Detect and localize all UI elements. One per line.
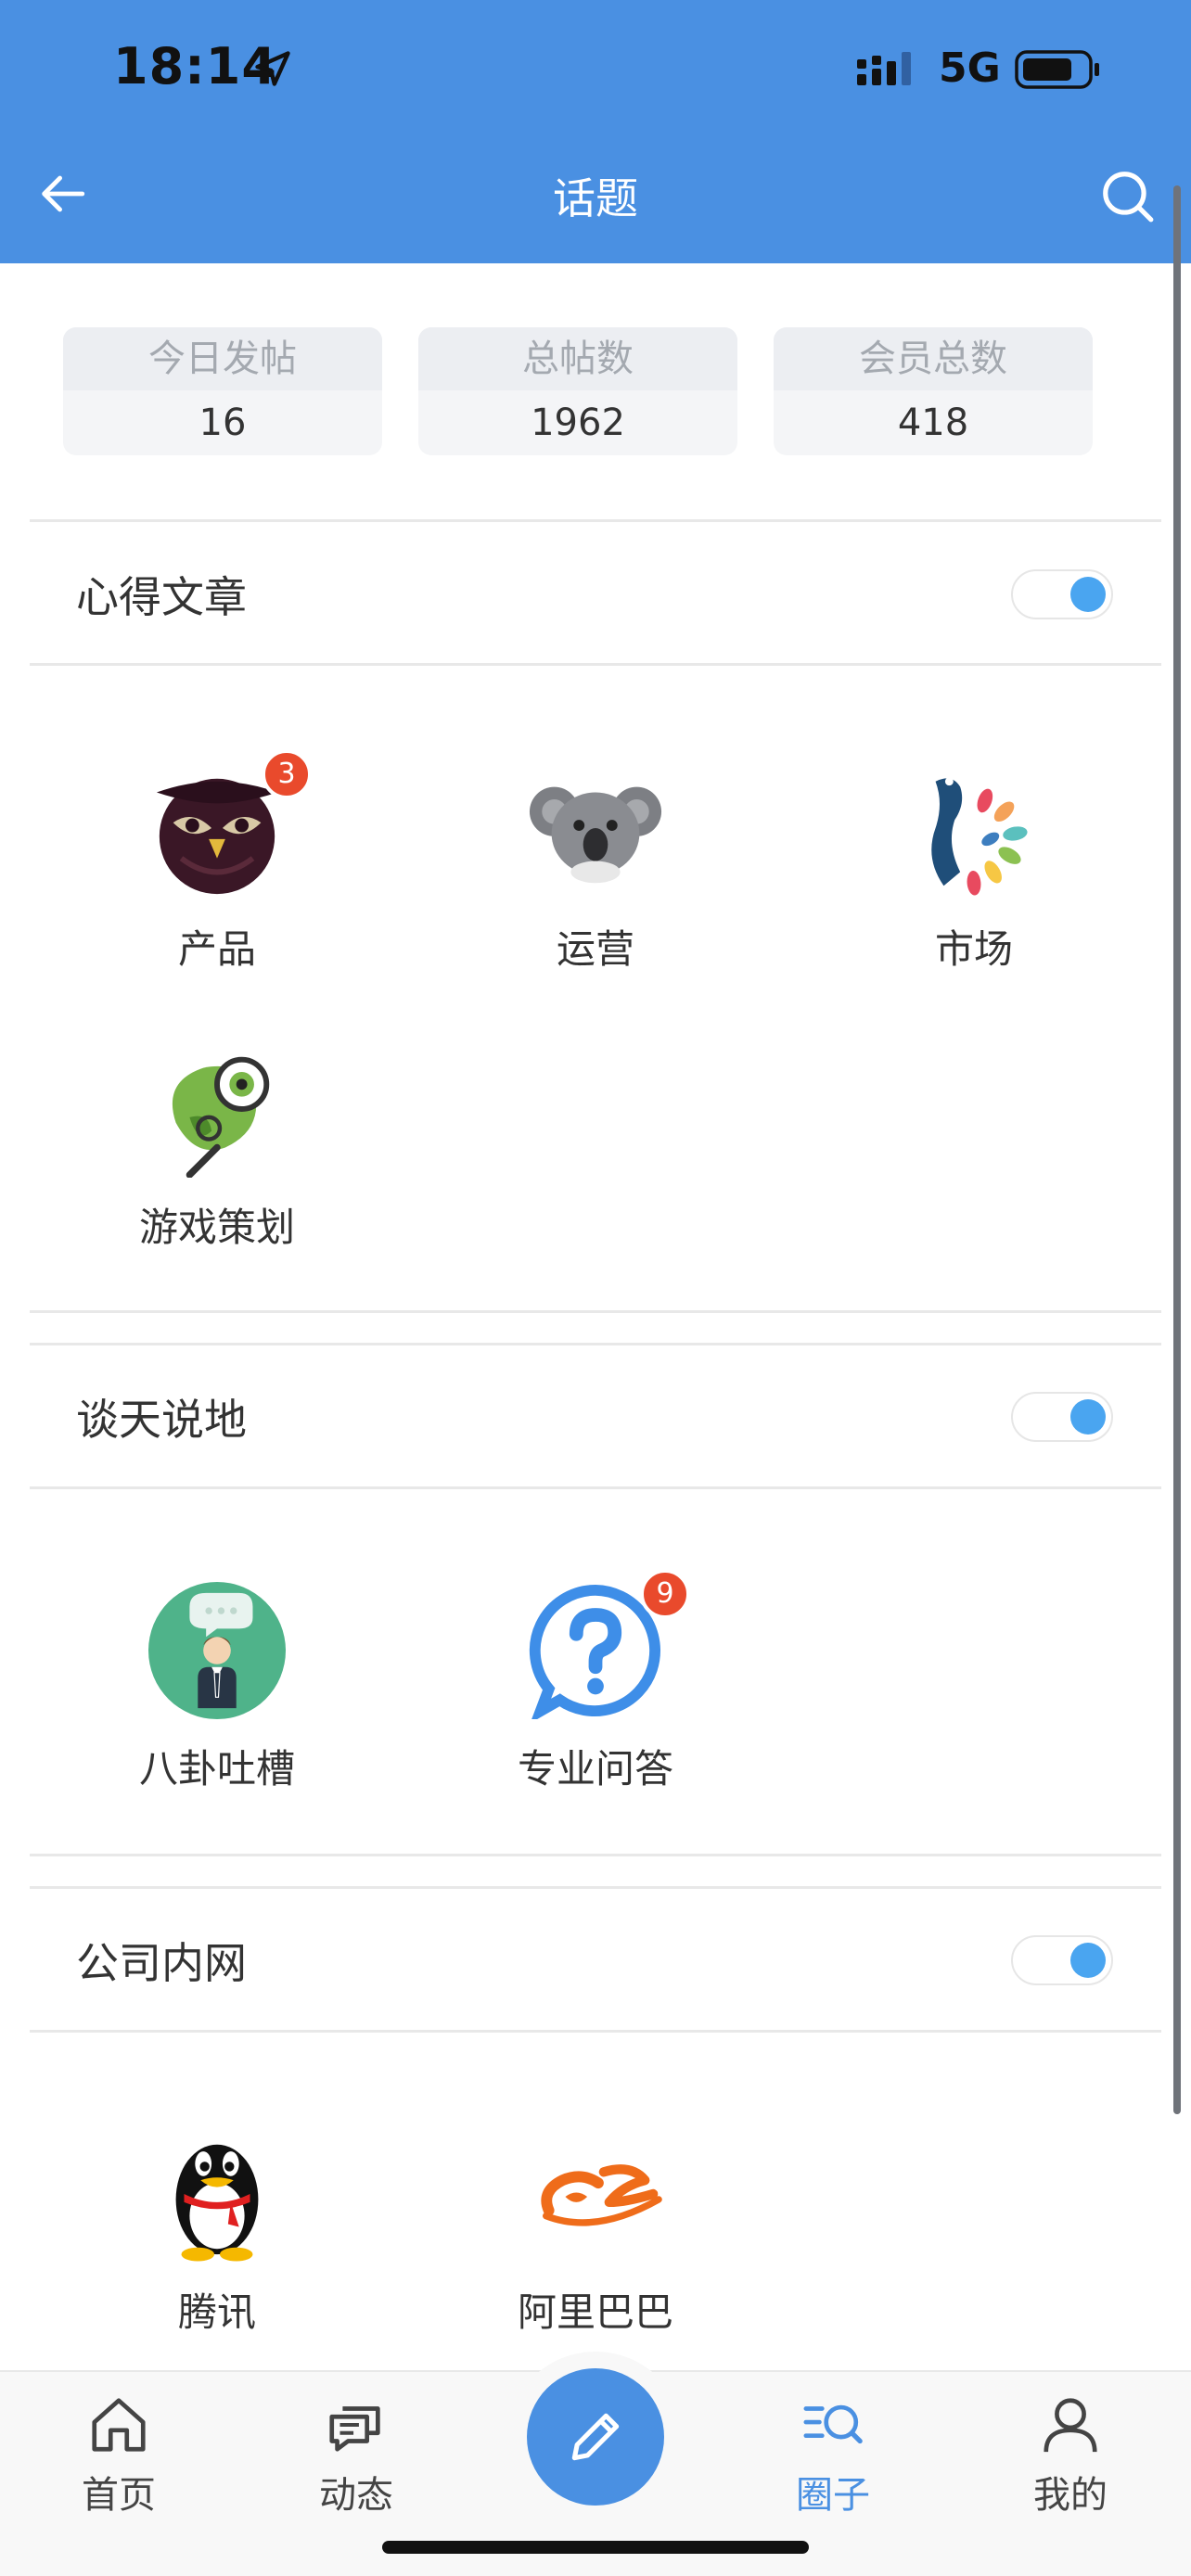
section-title-chat: 谈天说地 bbox=[76, 1395, 247, 1445]
unread-badge: 9 bbox=[640, 1569, 690, 1619]
battery-icon bbox=[1015, 50, 1099, 89]
tab-home[interactable]: 首页 bbox=[35, 2392, 202, 2541]
network-label: 5G bbox=[939, 45, 1001, 92]
peacock-icon bbox=[931, 777, 1028, 896]
divider bbox=[30, 519, 1161, 522]
page-title: 话题 bbox=[553, 173, 638, 223]
divider bbox=[30, 1854, 1161, 1856]
topic-qa[interactable]: 9 专业问答 bbox=[475, 1569, 716, 1804]
circle-search-icon bbox=[803, 2404, 863, 2444]
section-toggle-articles[interactable] bbox=[1011, 569, 1113, 619]
stat-card-total-posts: 总帖数 1962 bbox=[418, 327, 737, 455]
home-icon bbox=[92, 2398, 146, 2452]
stat-card-total-members: 会员总数 418 bbox=[774, 327, 1093, 455]
header: 18:14 5G 话题 bbox=[0, 0, 1191, 263]
topic-label: 产品 bbox=[177, 926, 256, 972]
topic-tencent[interactable]: 腾讯 bbox=[96, 2125, 338, 2348]
unread-badge: 3 bbox=[262, 749, 312, 799]
scrollbar[interactable] bbox=[1173, 185, 1181, 2114]
chat-icon bbox=[329, 2406, 380, 2452]
compose-button[interactable] bbox=[527, 2368, 664, 2506]
toggle-knob bbox=[1070, 577, 1106, 612]
tab-label: 动态 bbox=[319, 2474, 393, 2517]
penguin-icon bbox=[175, 2144, 259, 2262]
topic-operations[interactable]: 运营 bbox=[475, 762, 716, 985]
divider bbox=[30, 1310, 1161, 1313]
divider bbox=[30, 1886, 1161, 1889]
topic-label: 游戏策划 bbox=[138, 1205, 295, 1250]
signal-icon bbox=[857, 52, 911, 85]
section-toggle-intranet[interactable] bbox=[1011, 1935, 1113, 1985]
tab-profile[interactable]: 我的 bbox=[987, 2392, 1154, 2541]
stat-value: 1962 bbox=[531, 402, 625, 444]
stat-value: 16 bbox=[198, 402, 247, 444]
topic-label: 专业问答 bbox=[517, 1746, 673, 1792]
tab-label: 圈子 bbox=[796, 2474, 870, 2517]
chameleon-icon bbox=[172, 1056, 270, 1178]
topic-label: 阿里巴巴 bbox=[517, 2289, 673, 2335]
section-toggle-chat[interactable] bbox=[1011, 1392, 1113, 1442]
divider bbox=[30, 2030, 1161, 2033]
topic-product[interactable]: 3 产品 bbox=[96, 749, 338, 985]
alibaba-logo-icon bbox=[541, 2164, 662, 2226]
topic-gossip[interactable]: 八卦吐槽 bbox=[96, 1582, 338, 1804]
pencil-icon bbox=[571, 2413, 620, 2461]
user-icon bbox=[1044, 2398, 1097, 2453]
tab-label: 首页 bbox=[82, 2474, 156, 2517]
divider bbox=[30, 1486, 1161, 1489]
section-title-intranet: 公司内网 bbox=[76, 1938, 247, 1988]
toggle-knob bbox=[1070, 1943, 1106, 1978]
topic-market[interactable]: 市场 bbox=[853, 762, 1095, 985]
search-icon[interactable] bbox=[1098, 167, 1156, 224]
stat-label: 总帖数 bbox=[418, 327, 737, 390]
topic-label: 市场 bbox=[934, 926, 1013, 972]
topic-label: 腾讯 bbox=[177, 2289, 256, 2335]
stat-label: 会员总数 bbox=[774, 327, 1093, 390]
toggle-knob bbox=[1070, 1399, 1106, 1435]
divider bbox=[30, 663, 1161, 666]
stat-value: 418 bbox=[897, 402, 969, 444]
topic-label: 运营 bbox=[556, 926, 634, 972]
stat-label: 今日发帖 bbox=[63, 327, 382, 390]
topic-label: 八卦吐槽 bbox=[138, 1746, 295, 1792]
home-indicator bbox=[382, 2541, 809, 2554]
tab-label: 我的 bbox=[1033, 2474, 1108, 2517]
businessman-icon bbox=[148, 1582, 286, 1719]
divider bbox=[30, 1343, 1161, 1345]
topic-game-design[interactable]: 游戏策划 bbox=[96, 1040, 338, 1263]
section-title-articles: 心得文章 bbox=[76, 572, 247, 622]
koala-icon bbox=[529, 786, 662, 884]
stat-card-today-posts: 今日发帖 16 bbox=[63, 327, 382, 455]
location-arrow-icon bbox=[255, 51, 290, 86]
tab-activity[interactable]: 动态 bbox=[273, 2392, 440, 2541]
tab-circles[interactable]: 圈子 bbox=[749, 2392, 916, 2541]
topic-alibaba[interactable]: 阿里巴巴 bbox=[475, 2125, 716, 2348]
